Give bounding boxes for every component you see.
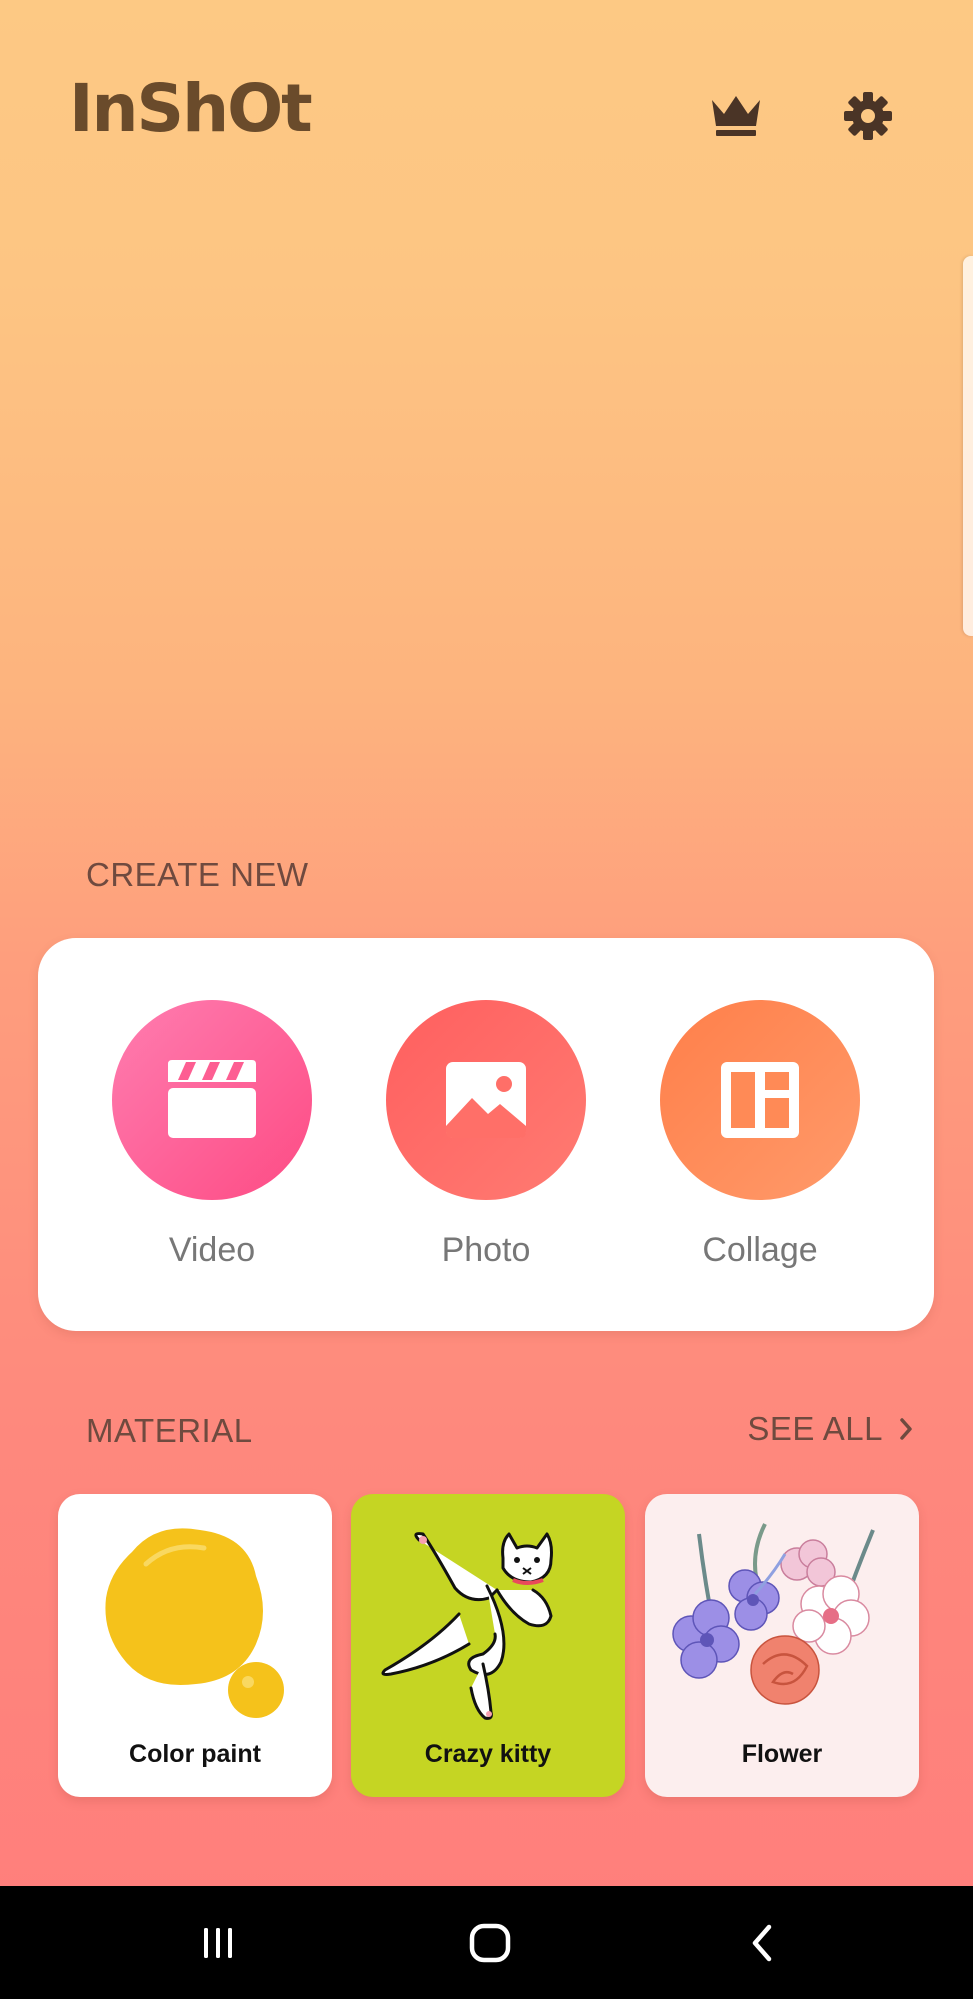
video-circle [112, 1000, 312, 1200]
collage-layout-icon [721, 1062, 799, 1138]
material-card-label: Crazy kitty [424, 1740, 552, 1768]
side-panel-handle[interactable] [963, 256, 973, 636]
video-label: Video [168, 1231, 256, 1269]
create-photo-button[interactable]: Photo [386, 1000, 586, 1271]
back-icon[interactable] [730, 1910, 796, 1976]
material-card-crazy-kitty[interactable]: Crazy kitty [351, 1494, 625, 1797]
crown-icon[interactable] [708, 88, 764, 144]
material-heading: MATERIAL [86, 1412, 253, 1449]
photo-circle [386, 1000, 586, 1200]
material-card-label: Color paint [129, 1740, 261, 1768]
cat-illustration [381, 1532, 553, 1720]
home-icon[interactable] [457, 1910, 523, 1976]
collage-circle [660, 1000, 860, 1200]
see-all-label: SEE ALL [747, 1410, 883, 1447]
create-new-card: Video Photo Collage [38, 938, 934, 1331]
create-video-button[interactable]: Video [112, 1000, 312, 1271]
see-all-link[interactable]: SEE ALL [747, 1412, 913, 1445]
create-collage-button[interactable]: Collage [660, 1000, 860, 1271]
clapperboard-icon [168, 1060, 256, 1138]
recents-icon[interactable] [185, 1910, 251, 1976]
app-header: InShOt [0, 0, 973, 230]
inshot-logo: InShOt [69, 70, 313, 147]
flower-bouquet-illustration [672, 1523, 875, 1705]
material-card-color-paint[interactable]: Color paint [58, 1494, 332, 1797]
material-card-flower[interactable]: Flower [645, 1494, 919, 1797]
material-card-label: Flower [741, 1740, 823, 1768]
photo-label: Photo [441, 1231, 531, 1269]
system-nav-bar [0, 1886, 973, 1999]
collage-label: Collage [702, 1231, 818, 1269]
image-icon [446, 1062, 526, 1138]
chevron-right-icon [899, 1417, 913, 1441]
create-new-heading: CREATE NEW [86, 856, 309, 893]
paint-blob-illustration [105, 1528, 284, 1718]
gear-icon[interactable] [840, 88, 896, 144]
